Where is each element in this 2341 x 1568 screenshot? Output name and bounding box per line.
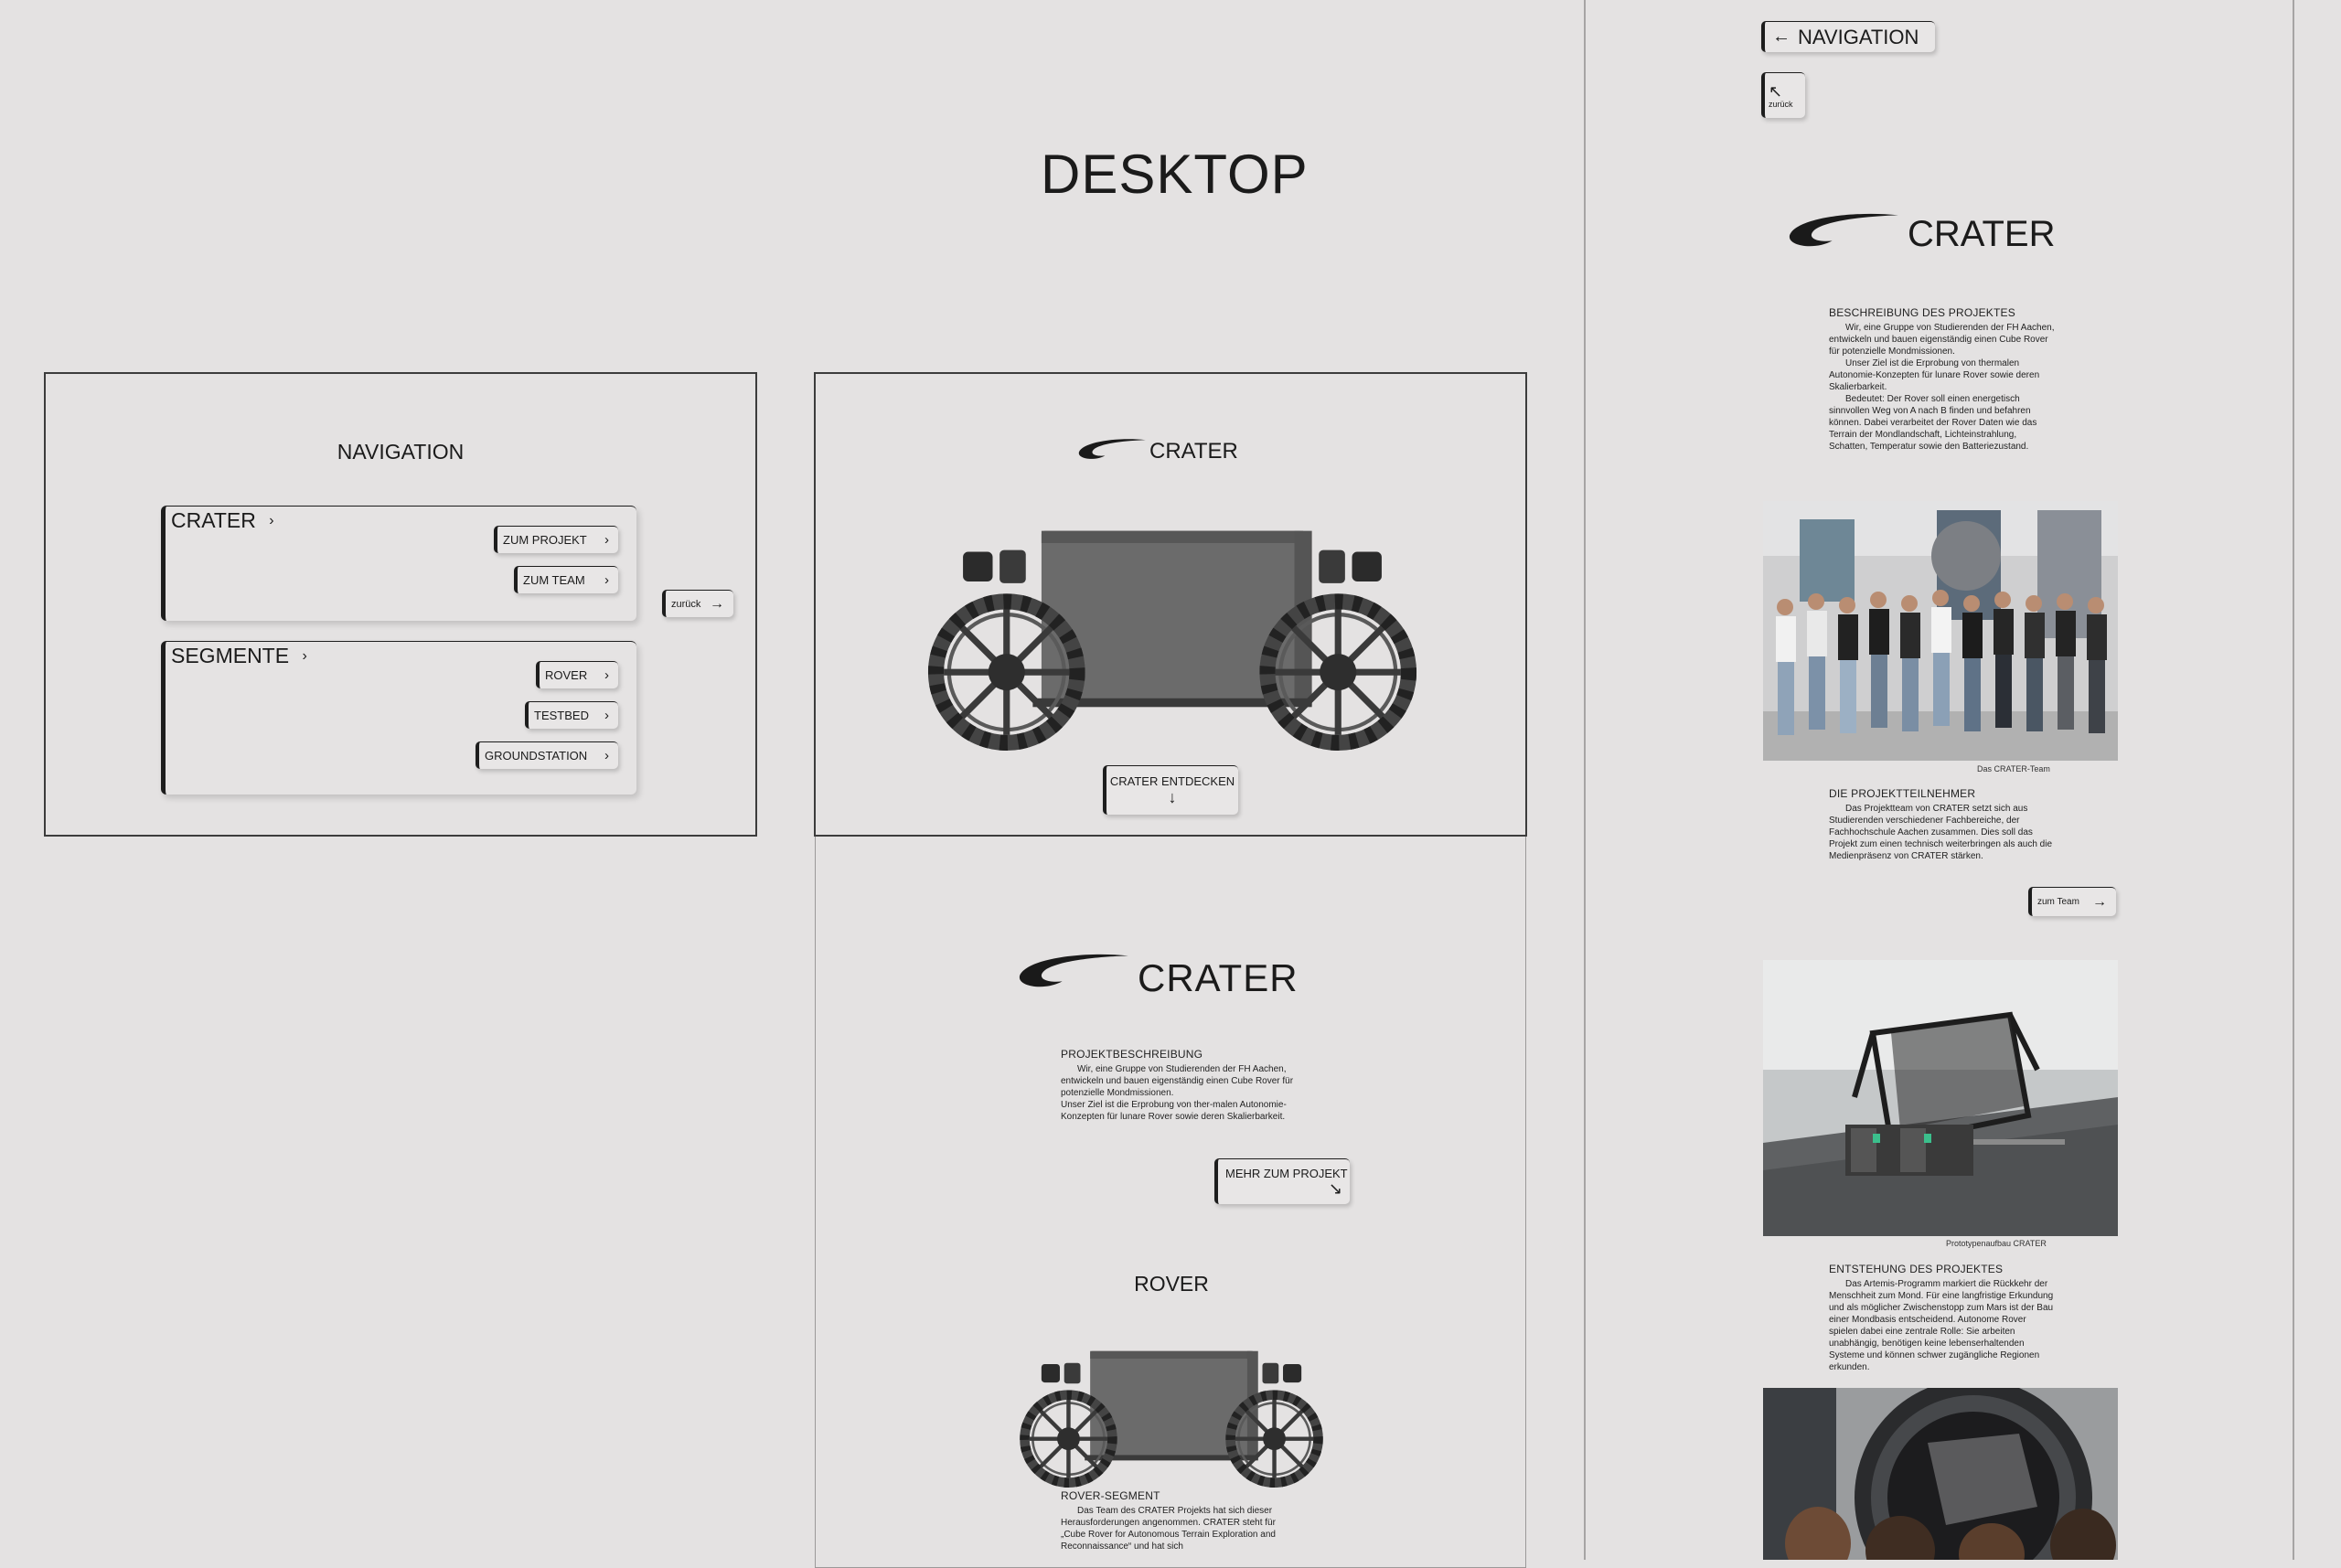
- nav-group-crater[interactable]: CRATER ›: [161, 506, 636, 621]
- navigation-back-label: NAVIGATION: [1798, 25, 1919, 48]
- nav-group-crater-title: CRATER ›: [171, 508, 274, 533]
- zum-team-label: ZUM TEAM: [523, 573, 585, 587]
- scroll-frame: CRATER PROJEKTBESCHREIBUNG Wir, eine Gru…: [815, 837, 1526, 1568]
- prototype-photo-caption: Prototypenaufbau CRATER: [1946, 1239, 2047, 1248]
- projekt-text-2: Unser Ziel ist die Erprobung von ther-ma…: [1061, 1100, 1287, 1122]
- page-title: DESKTOP: [1041, 144, 1309, 205]
- beschreibung-block: BESCHREIBUNG DES PROJEKTES Wir, eine Gru…: [1829, 305, 2058, 453]
- projektbeschreibung-block: PROJEKTBESCHREIBUNG Wir, eine Gruppe von…: [1061, 1047, 1308, 1123]
- nav-group-segmente-label: SEGMENTE: [171, 644, 290, 667]
- projektteilnehmer-block: DIE PROJEKTTEILNEHMER Das Projektteam vo…: [1829, 786, 2058, 862]
- crater-logo-icon: [1019, 954, 1128, 987]
- beschreibung-heading: BESCHREIBUNG DES PROJEKTES: [1829, 306, 2015, 319]
- zurueck-up-label: zurück: [1769, 99, 1793, 109]
- rover-image: [918, 524, 1427, 751]
- rover-segment-heading: ROVER-SEGMENT: [1061, 1489, 1160, 1502]
- detail-brand: CRATER: [1908, 214, 2056, 254]
- beschreibung-text-2: Unser Ziel ist die Erprobung von thermal…: [1829, 358, 2040, 392]
- vacuum-chamber-photo: [1763, 1388, 2118, 1560]
- arrow-left-icon: ←: [1772, 27, 1790, 47]
- zurueck-label: zurück: [671, 598, 701, 610]
- chevron-right-icon: ›: [604, 748, 609, 763]
- projektbeschreibung-heading: PROJEKTBESCHREIBUNG: [1061, 1048, 1203, 1061]
- chevron-right-icon: ›: [269, 513, 274, 528]
- arrow-down-right-icon: ↘: [1328, 1179, 1342, 1198]
- projektteilnehmer-heading: DIE PROJEKTTEILNEHMER: [1829, 787, 1976, 800]
- mehr-zum-projekt-button[interactable]: MEHR ZUM PROJEKT ↘: [1214, 1158, 1350, 1204]
- mehr-zum-projekt-label: MEHR ZUM PROJEKT: [1225, 1167, 1348, 1180]
- arrow-up-left-icon: ↖: [1769, 81, 1783, 101]
- navigation-title: NAVIGATION: [337, 440, 465, 464]
- testbed-nav-button[interactable]: TESTBED ›: [525, 701, 618, 729]
- rover-nav-button[interactable]: ROVER ›: [536, 661, 618, 688]
- navigation-frame: NAVIGATION CRATER › ZUM PROJEKT › ZUM TE…: [44, 372, 757, 837]
- column-divider: [1584, 0, 1586, 1560]
- chevron-right-icon: ›: [604, 572, 609, 588]
- crater-entdecken-button[interactable]: CRATER ENTDECKEN ↓: [1103, 765, 1238, 815]
- entstehung-heading: ENTSTEHUNG DES PROJEKTES: [1829, 1263, 2004, 1275]
- zurueck-button[interactable]: zurück →: [662, 590, 733, 617]
- crater-entdecken-label: CRATER ENTDECKEN: [1109, 774, 1235, 788]
- arrow-right-icon: →: [710, 595, 724, 612]
- crater-logo-icon: [1078, 439, 1146, 459]
- crater-logo-icon: [1789, 213, 1898, 247]
- testbed-nav-label: TESTBED: [534, 709, 589, 722]
- zum-team-link-label: zum Team: [2037, 897, 2079, 907]
- hero-brand: CRATER: [1149, 439, 1238, 464]
- arrow-down-icon: ↓: [1168, 788, 1177, 806]
- scroll-brand: CRATER: [1138, 956, 1299, 999]
- projektteilnehmer-text: Das Projektteam von CRATER setzt sich au…: [1829, 804, 2053, 861]
- chevron-right-icon: ›: [604, 667, 609, 683]
- rover-segment-image: [1019, 1347, 1324, 1488]
- beschreibung-text-3: Bedeutet: Der Rover soll einen energetis…: [1829, 394, 2037, 452]
- column-divider-right: [2293, 0, 2294, 1560]
- navigation-back-button[interactable]: ← NAVIGATION: [1761, 21, 1935, 52]
- rover-segment-text: Das Team des CRATER Projekts hat sich di…: [1061, 1506, 1276, 1552]
- chevron-right-icon: ›: [604, 532, 609, 548]
- hero-frame: CRATER CRATER ENTDECKEN ↓: [814, 372, 1527, 837]
- rover-segment-block: ROVER-SEGMENT Das Team des CRATER Projek…: [1061, 1488, 1300, 1552]
- team-photo-caption: Das CRATER-Team: [1977, 764, 2050, 773]
- groundstation-nav-button[interactable]: GROUNDSTATION ›: [476, 741, 618, 769]
- chevron-right-icon: ›: [302, 648, 307, 664]
- rover-nav-label: ROVER: [545, 668, 588, 682]
- zum-team-button[interactable]: ZUM TEAM ›: [514, 566, 618, 593]
- nav-group-segmente-title: SEGMENTE ›: [171, 644, 307, 668]
- entstehung-text: Das Artemis-Programm markiert die Rückke…: [1829, 1279, 2054, 1372]
- beschreibung-text-1: Wir, eine Gruppe von Studierenden der FH…: [1829, 323, 2055, 357]
- zum-team-link-button[interactable]: zum Team →: [2028, 887, 2116, 916]
- zum-projekt-button[interactable]: ZUM PROJEKT ›: [494, 526, 618, 553]
- prototype-photo: [1763, 960, 2118, 1236]
- zurueck-up-button[interactable]: ↖ zurück: [1761, 72, 1805, 118]
- groundstation-nav-label: GROUNDSTATION: [485, 749, 588, 763]
- rover-title: ROVER: [1134, 1272, 1209, 1296]
- entstehung-block: ENTSTEHUNG DES PROJEKTES Das Artemis-Pro…: [1829, 1262, 2058, 1373]
- projekt-text-1: Wir, eine Gruppe von Studierenden der FH…: [1061, 1064, 1294, 1098]
- team-photo: [1763, 501, 2118, 761]
- nav-group-crater-label: CRATER: [171, 508, 256, 532]
- chevron-right-icon: ›: [604, 708, 609, 723]
- arrow-right-icon: →: [2092, 893, 2107, 910]
- zum-projekt-label: ZUM PROJEKT: [503, 533, 587, 547]
